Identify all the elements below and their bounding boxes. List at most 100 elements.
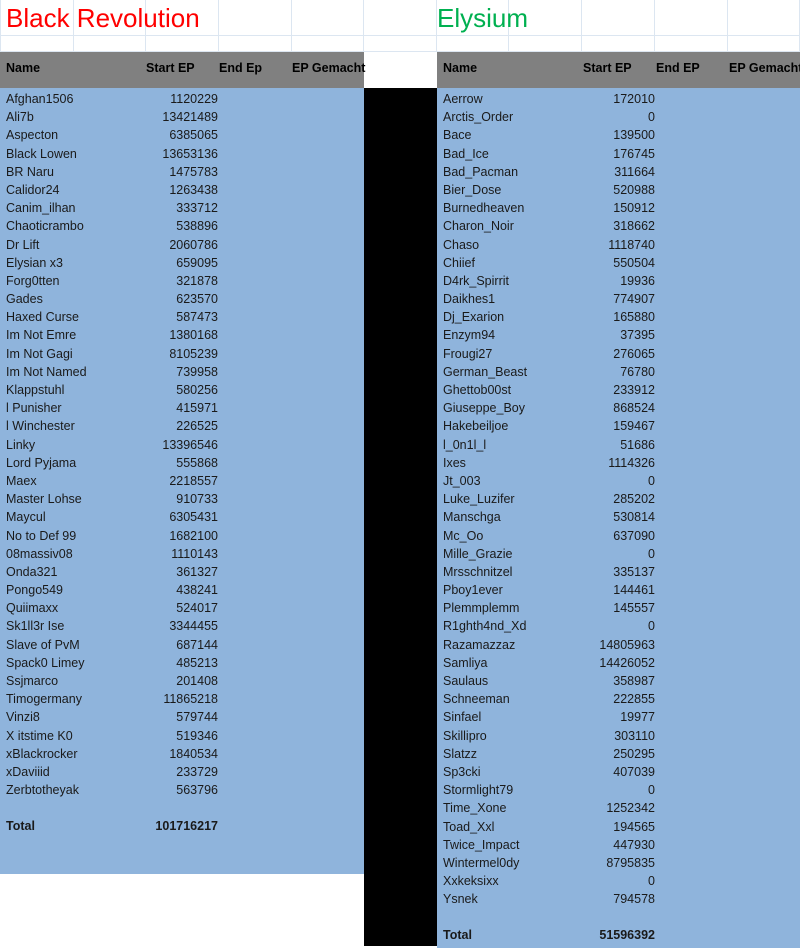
table-row[interactable]: Sk1ll3r Ise 3344455: [0, 617, 364, 635]
table-row[interactable]: Dr Lift 2060786: [0, 236, 364, 254]
cell-name[interactable]: Enzym94: [443, 326, 495, 344]
table-row[interactable]: Frougi27 276065: [437, 345, 800, 363]
table-row[interactable]: Bad_Ice 176745: [437, 145, 800, 163]
cell-start-ep[interactable]: 139500: [523, 126, 655, 144]
cell-name[interactable]: Slatzz: [443, 745, 477, 763]
cell-start-ep[interactable]: 1380168: [86, 326, 218, 344]
cell-start-ep[interactable]: 6305431: [86, 508, 218, 526]
cell-name[interactable]: X itstime K0: [6, 727, 73, 745]
cell-start-ep[interactable]: 1110143: [86, 545, 218, 563]
cell-name[interactable]: Samliya: [443, 654, 487, 672]
table-row[interactable]: Calidor24 1263438: [0, 181, 364, 199]
cell-name[interactable]: Time_Xone: [443, 799, 506, 817]
cell-name[interactable]: Timogermany: [6, 690, 82, 708]
cell-start-ep[interactable]: 1120229: [86, 90, 218, 108]
cell-start-ep[interactable]: 159467: [523, 417, 655, 435]
cell-start-ep[interactable]: 0: [523, 781, 655, 799]
table-row[interactable]: Pboy1ever 144461: [437, 581, 800, 599]
cell-start-ep[interactable]: 1475783: [86, 163, 218, 181]
table-row[interactable]: Time_Xone 1252342: [437, 799, 800, 817]
table-row[interactable]: Saulaus 358987: [437, 672, 800, 690]
cell-name[interactable]: Aspecton: [6, 126, 58, 144]
table-row[interactable]: Samliya 14426052: [437, 654, 800, 672]
cell-start-ep[interactable]: 555868: [86, 454, 218, 472]
cell-start-ep[interactable]: 2060786: [86, 236, 218, 254]
table-row[interactable]: Ali7b 13421489: [0, 108, 364, 126]
table-row[interactable]: BR Naru 1475783: [0, 163, 364, 181]
cell-name[interactable]: D4rk_Spirrit: [443, 272, 509, 290]
table-row[interactable]: Klappstuhl 580256: [0, 381, 364, 399]
cell-start-ep[interactable]: 144461: [523, 581, 655, 599]
cell-name[interactable]: Maycul: [6, 508, 46, 526]
cell-start-ep[interactable]: 321878: [86, 272, 218, 290]
cell-name[interactable]: Sk1ll3r Ise: [6, 617, 64, 635]
cell-name[interactable]: Im Not Emre: [6, 326, 76, 344]
table-row[interactable]: Gades 623570: [0, 290, 364, 308]
cell-name[interactable]: Linky: [6, 436, 35, 454]
table-row[interactable]: Im Not Named 739958: [0, 363, 364, 381]
table-row[interactable]: Zerbtotheyak 563796: [0, 781, 364, 799]
cell-name[interactable]: xBlackrocker: [6, 745, 78, 763]
cell-start-ep[interactable]: 485213: [86, 654, 218, 672]
cell-name[interactable]: Slave of PvM: [6, 636, 80, 654]
cell-start-ep[interactable]: 285202: [523, 490, 655, 508]
cell-start-ep[interactable]: 659095: [86, 254, 218, 272]
cell-start-ep[interactable]: 176745: [523, 145, 655, 163]
table-row[interactable]: Onda321 361327: [0, 563, 364, 581]
cell-name[interactable]: Sinfael: [443, 708, 481, 726]
total-row[interactable]: Total 51596392: [437, 926, 800, 944]
cell-start-ep[interactable]: 563796: [86, 781, 218, 799]
table-row[interactable]: Pongo549 438241: [0, 581, 364, 599]
table-row[interactable]: l_0n1l_l 51686: [437, 436, 800, 454]
cell-name[interactable]: Charon_Noir: [443, 217, 514, 235]
table-row[interactable]: Linky 13396546: [0, 436, 364, 454]
cell-start-ep[interactable]: 250295: [523, 745, 655, 763]
cell-name[interactable]: Aerrow: [443, 90, 483, 108]
cell-name[interactable]: Onda321: [6, 563, 57, 581]
cell-name[interactable]: Haxed Curse: [6, 308, 79, 326]
table-row[interactable]: Maex 2218557: [0, 472, 364, 490]
cell-name[interactable]: Chiief: [443, 254, 475, 272]
cell-name[interactable]: Im Not Named: [6, 363, 87, 381]
left-header-start-ep[interactable]: Start EP: [146, 61, 195, 75]
cell-start-ep[interactable]: 580256: [86, 381, 218, 399]
cell-name[interactable]: Plemmplemm: [443, 599, 519, 617]
table-row[interactable]: Mrsschnitzel 335137: [437, 563, 800, 581]
cell-name[interactable]: Chaso: [443, 236, 479, 254]
cell-start-ep[interactable]: 14805963: [523, 636, 655, 654]
cell-name[interactable]: Mrsschnitzel: [443, 563, 512, 581]
table-row[interactable]: Stormlight79 0: [437, 781, 800, 799]
table-row[interactable]: Toad_Xxl 194565: [437, 818, 800, 836]
cell-start-ep[interactable]: 1682100: [86, 527, 218, 545]
table-row[interactable]: Aerrow 172010: [437, 90, 800, 108]
cell-name[interactable]: Arctis_Order: [443, 108, 513, 126]
cell-start-ep[interactable]: 538896: [86, 217, 218, 235]
cell-name[interactable]: Pboy1ever: [443, 581, 503, 599]
cell-name[interactable]: Jt_003: [443, 472, 481, 490]
cell-name[interactable]: Twice_Impact: [443, 836, 519, 854]
cell-name[interactable]: German_Beast: [443, 363, 527, 381]
cell-name[interactable]: Master Lohse: [6, 490, 82, 508]
cell-start-ep[interactable]: 0: [523, 872, 655, 890]
cell-name[interactable]: Daikhes1: [443, 290, 495, 308]
table-row[interactable]: Vinzi8 579744: [0, 708, 364, 726]
left-header-end-ep[interactable]: End Ep: [219, 61, 262, 75]
cell-start-ep[interactable]: 739958: [86, 363, 218, 381]
cell-start-ep[interactable]: 1263438: [86, 181, 218, 199]
cell-start-ep[interactable]: 222855: [523, 690, 655, 708]
cell-name[interactable]: Hakebeiljoe: [443, 417, 508, 435]
table-row[interactable]: Black Lowen 13653136: [0, 145, 364, 163]
cell-name[interactable]: xDaviiid: [6, 763, 50, 781]
table-row[interactable]: Skillipro 303110: [437, 727, 800, 745]
table-row[interactable]: Ghettob00st 233912: [437, 381, 800, 399]
cell-name[interactable]: l Punisher: [6, 399, 62, 417]
cell-start-ep[interactable]: 226525: [86, 417, 218, 435]
table-row[interactable]: Im Not Emre 1380168: [0, 326, 364, 344]
cell-start-ep[interactable]: 194565: [523, 818, 655, 836]
table-row[interactable]: Enzym94 37395: [437, 326, 800, 344]
cell-start-ep[interactable]: 233912: [523, 381, 655, 399]
table-row[interactable]: Charon_Noir 318662: [437, 217, 800, 235]
right-table-title[interactable]: Elysium: [437, 3, 528, 33]
cell-start-ep[interactable]: 0: [523, 108, 655, 126]
cell-start-ep[interactable]: 311664: [523, 163, 655, 181]
